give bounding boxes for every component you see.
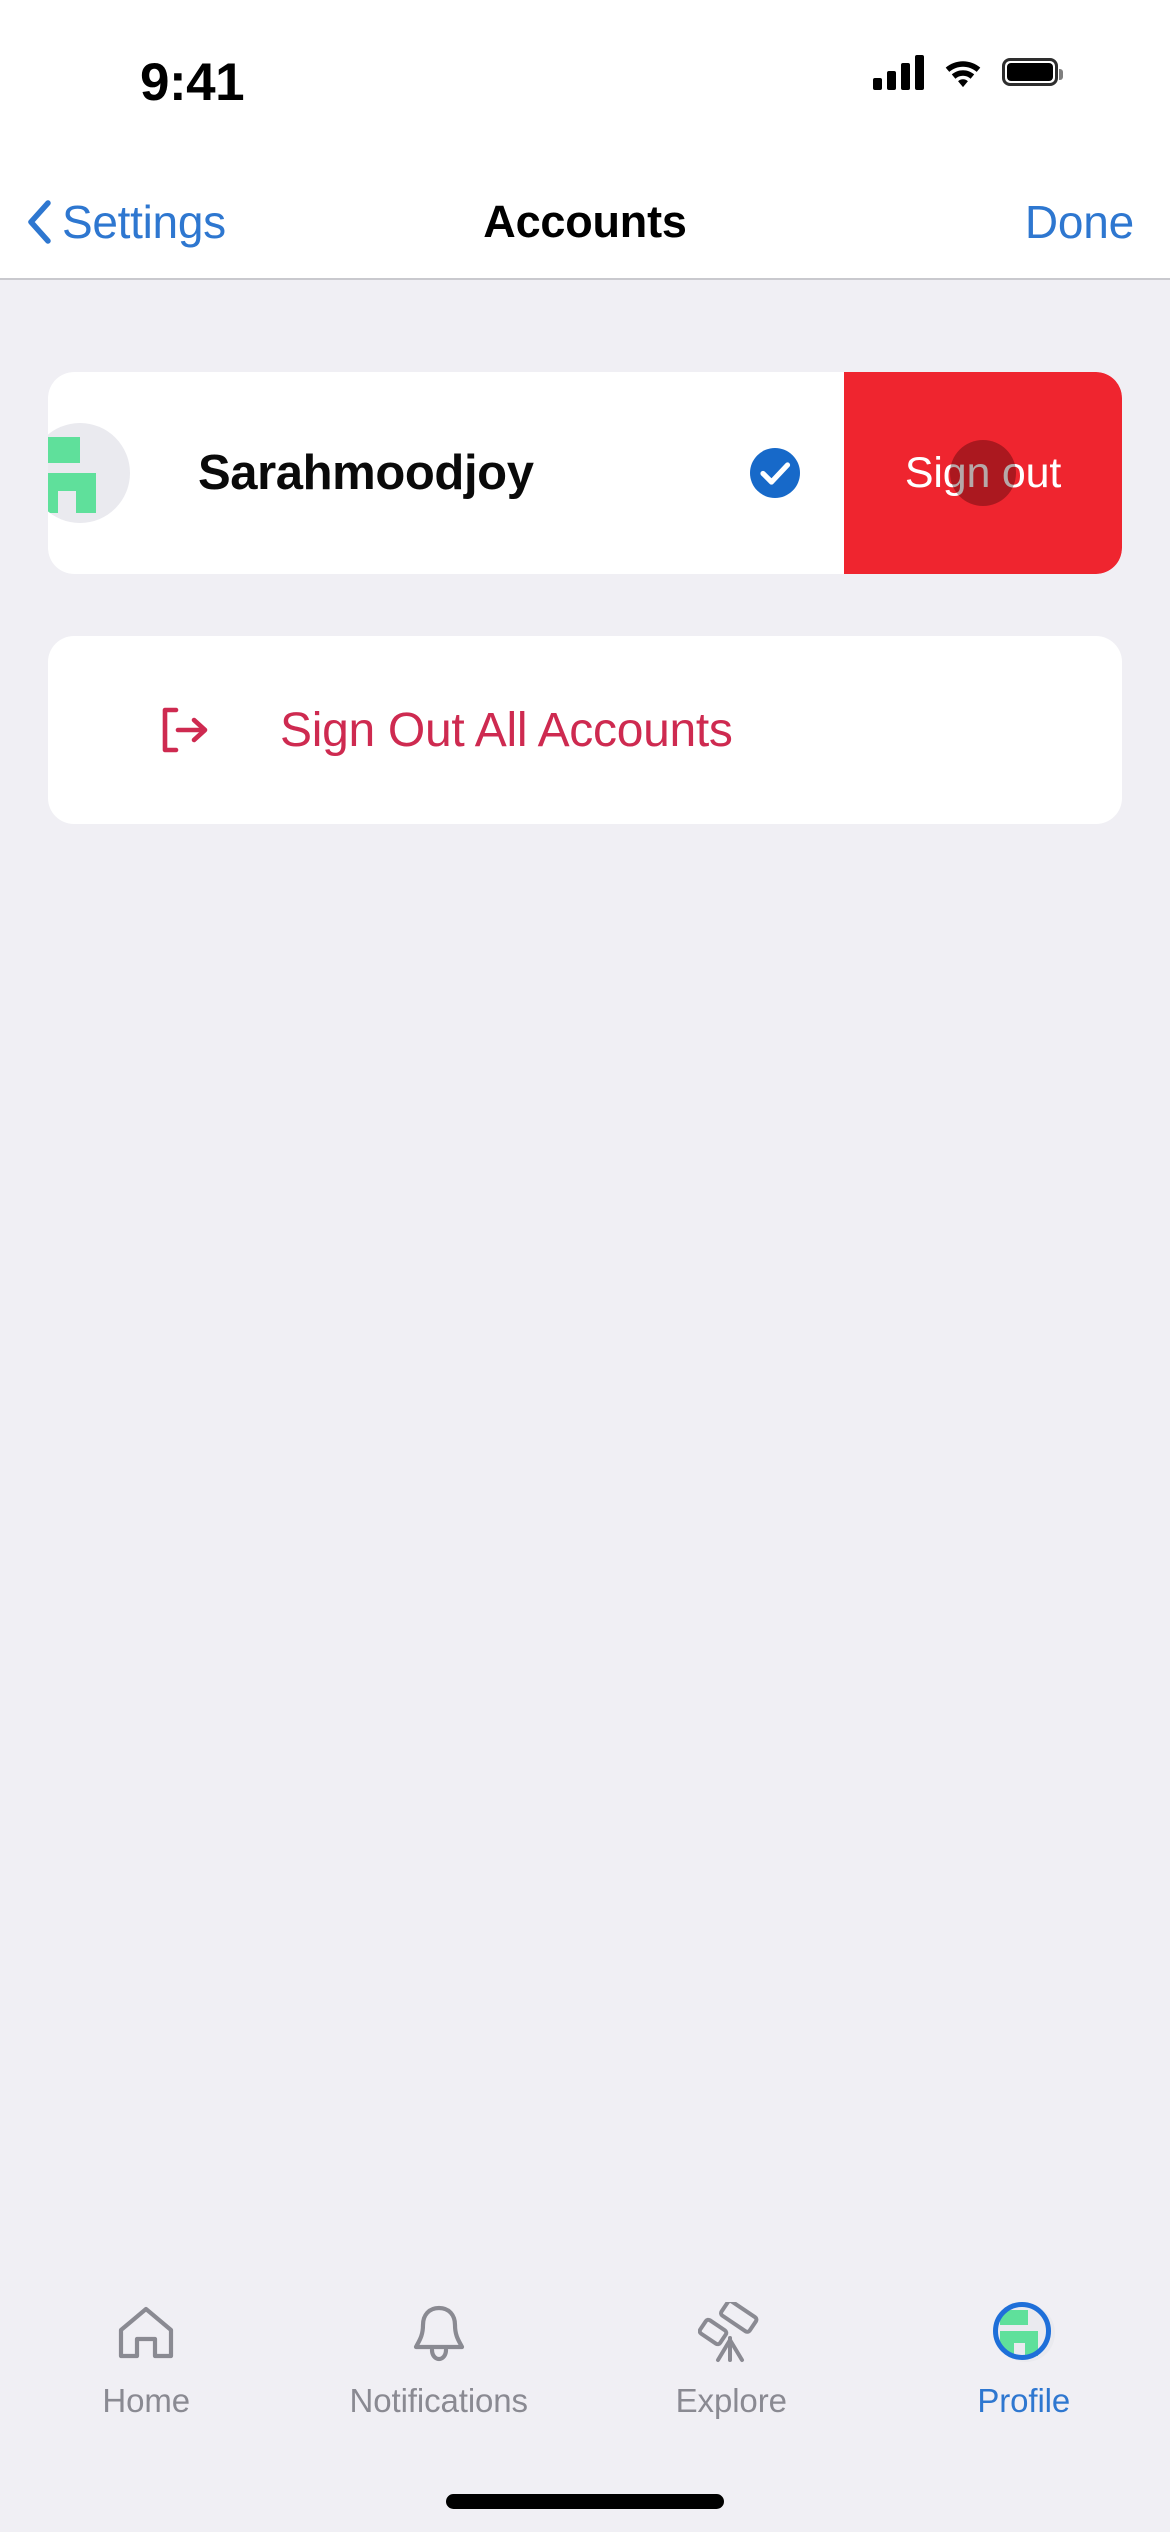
tab-bar: Home Notifications Explore Profile bbox=[0, 2274, 1170, 2470]
check-circle-icon bbox=[750, 448, 800, 498]
navigation-bar: Settings Accounts Done bbox=[0, 168, 1170, 280]
chevron-left-icon bbox=[28, 200, 51, 244]
phone-screen: 9:41 Settings Accounts Done Sarahmoodjoy… bbox=[0, 0, 1170, 2532]
avatar-logo-icon bbox=[48, 437, 96, 513]
home-icon-wrap bbox=[115, 2302, 177, 2364]
tab-home[interactable]: Home bbox=[0, 2302, 293, 2420]
account-name: Sarahmoodjoy bbox=[198, 446, 534, 500]
bell-icon-wrap bbox=[410, 2302, 468, 2364]
battery-icon bbox=[1002, 58, 1063, 86]
tab-explore-label: Explore bbox=[675, 2382, 787, 2419]
account-row[interactable]: Sarahmoodjoy Sign out bbox=[48, 372, 1122, 574]
home-indicator-area bbox=[0, 2470, 1170, 2532]
tab-notifications[interactable]: Notifications bbox=[293, 2302, 586, 2420]
sign-out-all-accounts-label: Sign Out All Accounts bbox=[280, 703, 733, 757]
tab-profile-label: Profile bbox=[977, 2382, 1071, 2419]
status-bar: 9:41 bbox=[0, 0, 1170, 168]
avatar-circle bbox=[48, 423, 130, 523]
status-bar-indicators bbox=[873, 54, 1063, 90]
tab-explore[interactable]: Explore bbox=[585, 2302, 878, 2420]
avatar bbox=[48, 423, 130, 523]
bell-icon bbox=[413, 2305, 464, 2362]
sign-out-all-accounts-button[interactable]: Sign Out All Accounts bbox=[48, 636, 1122, 824]
account-row-main[interactable]: Sarahmoodjoy bbox=[48, 372, 844, 574]
cellular-signal-icon bbox=[873, 54, 924, 90]
back-button[interactable]: Settings bbox=[26, 168, 226, 276]
tab-notifications-label: Notifications bbox=[349, 2382, 529, 2419]
main-content: Sarahmoodjoy Sign out Sign Out All Accou… bbox=[0, 280, 1170, 2274]
profile-avatar-icon bbox=[992, 2302, 1055, 2364]
status-bar-time: 9:41 bbox=[140, 53, 245, 112]
done-button[interactable]: Done bbox=[1025, 168, 1134, 276]
home-icon bbox=[119, 2306, 174, 2359]
home-indicator[interactable] bbox=[446, 2493, 724, 2509]
telescope-icon-wrap bbox=[698, 2302, 764, 2364]
tab-home-label: Home bbox=[102, 2382, 191, 2419]
wifi-icon bbox=[945, 61, 981, 88]
sign-out-swipe-label: Sign out bbox=[904, 448, 1062, 497]
back-button-label: Settings bbox=[62, 196, 226, 248]
tab-profile[interactable]: Profile bbox=[878, 2302, 1170, 2420]
logout-icon bbox=[162, 707, 208, 753]
profile-avatar-icon-wrap bbox=[992, 2302, 1055, 2364]
profile-active-ring bbox=[992, 2302, 1051, 2360]
sign-out-swipe-action[interactable]: Sign out bbox=[844, 372, 1122, 574]
telescope-icon bbox=[698, 2302, 759, 2362]
